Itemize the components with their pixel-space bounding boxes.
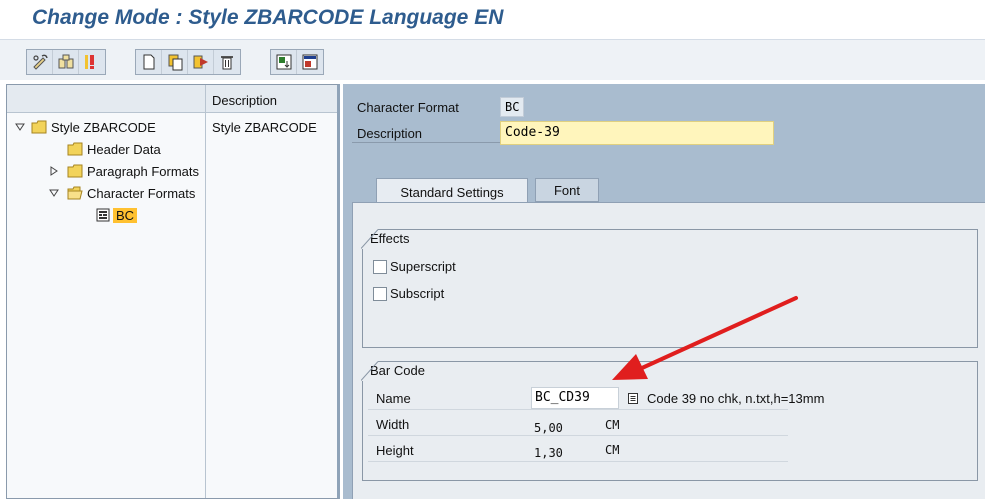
barcode-width-value: 5,00 bbox=[534, 421, 563, 435]
where-used-icon bbox=[58, 54, 73, 69]
delete-icon bbox=[221, 56, 233, 70]
toolbar-group-2 bbox=[135, 49, 241, 75]
collapse-icon[interactable] bbox=[15, 122, 25, 132]
folder-icon bbox=[31, 120, 47, 134]
character-format-value: BC bbox=[500, 97, 525, 117]
tree-node-label-clip: Style ZBARCODE bbox=[51, 117, 201, 139]
import-button[interactable] bbox=[271, 50, 297, 74]
description-input[interactable]: Code-39 bbox=[500, 121, 774, 145]
character-format-icon bbox=[96, 208, 110, 222]
tree-node-label-clip: Character Formats bbox=[87, 183, 203, 205]
barcode-name-input[interactable]: BC_CD39 bbox=[531, 387, 619, 409]
subscript-label: Subscript bbox=[390, 286, 445, 301]
tree-node-label: BC bbox=[113, 208, 138, 223]
tree-header-description: Description bbox=[212, 93, 278, 108]
toolbar-group-1 bbox=[26, 49, 106, 75]
effects-group bbox=[362, 229, 978, 348]
display-change-button[interactable] bbox=[27, 50, 53, 74]
export-button[interactable] bbox=[297, 50, 323, 74]
description-label: Description bbox=[357, 126, 423, 141]
where-used-button[interactable] bbox=[53, 50, 79, 74]
create-icon bbox=[143, 54, 154, 70]
folder-icon bbox=[67, 142, 83, 156]
folder-icon bbox=[67, 164, 83, 178]
barcode-height-row: Height bbox=[368, 438, 788, 462]
export-icon bbox=[302, 54, 318, 70]
tree-node-label: Style ZBARCODE bbox=[51, 120, 156, 135]
folder-open-icon bbox=[67, 186, 83, 200]
subscript-checkbox[interactable] bbox=[373, 287, 387, 301]
superscript-label: Superscript bbox=[390, 259, 456, 274]
delete-button[interactable] bbox=[214, 50, 240, 74]
barcode-group-title: Bar Code bbox=[361, 361, 425, 381]
toolbar-group-3 bbox=[270, 49, 324, 75]
collapse-icon[interactable] bbox=[49, 188, 59, 198]
barcode-width-row: Width bbox=[368, 412, 788, 436]
effects-group-title: Effects bbox=[361, 229, 410, 249]
barcode-height-label: Height bbox=[376, 443, 414, 458]
barcode-height-value: 1,30 bbox=[534, 446, 563, 460]
tree-node-bc[interactable]: BC bbox=[7, 205, 337, 227]
barcode-name-label: Name bbox=[376, 391, 411, 406]
tree-node-character-formats[interactable]: Character Formats bbox=[7, 183, 337, 205]
check-button[interactable] bbox=[79, 50, 105, 74]
create-button[interactable] bbox=[136, 50, 162, 74]
copy-button[interactable] bbox=[162, 50, 188, 74]
tree-node-label-clip: Header Data bbox=[87, 139, 203, 161]
tree-node-style[interactable]: Style ZBARCODE Style ZBARCODE bbox=[7, 117, 337, 139]
style-tree: Description Style ZBARCODE Style ZBARCOD… bbox=[6, 84, 340, 499]
tree-node-label: Character Formats bbox=[87, 186, 196, 201]
possible-entries-icon[interactable] bbox=[627, 392, 639, 405]
title-bar: Change Mode : Style ZBARCODE Language EN bbox=[0, 0, 985, 40]
tree-header: Description bbox=[7, 85, 337, 113]
tree-node-description: Style ZBARCODE bbox=[212, 120, 317, 135]
expand-icon[interactable] bbox=[49, 166, 59, 176]
application-toolbar bbox=[0, 40, 985, 80]
tree-node-label: Paragraph Formats bbox=[87, 164, 199, 179]
check-icon bbox=[85, 55, 94, 69]
character-format-label: Character Format bbox=[357, 100, 459, 115]
rename-icon bbox=[193, 55, 208, 69]
rename-button[interactable] bbox=[188, 50, 214, 74]
barcode-width-unit: CM bbox=[605, 418, 620, 432]
page-title: Change Mode : Style ZBARCODE Language EN bbox=[32, 6, 504, 29]
superscript-checkbox[interactable] bbox=[373, 260, 387, 274]
copy-icon bbox=[168, 54, 182, 71]
tab-font[interactable]: Font bbox=[535, 178, 599, 202]
import-icon bbox=[276, 54, 291, 70]
tree-node-label-clip: Paragraph Formats bbox=[87, 161, 203, 183]
tree-node-label: Header Data bbox=[87, 142, 161, 157]
tree-node-paragraph-formats[interactable]: Paragraph Formats bbox=[7, 161, 337, 183]
barcode-width-label: Width bbox=[376, 417, 410, 432]
barcode-height-unit: CM bbox=[605, 443, 620, 457]
tree-node-header-data[interactable]: Header Data bbox=[7, 139, 337, 161]
barcode-name-description: Code 39 no chk, n.txt,h=13mm bbox=[647, 391, 825, 406]
display-change-icon bbox=[32, 54, 48, 70]
